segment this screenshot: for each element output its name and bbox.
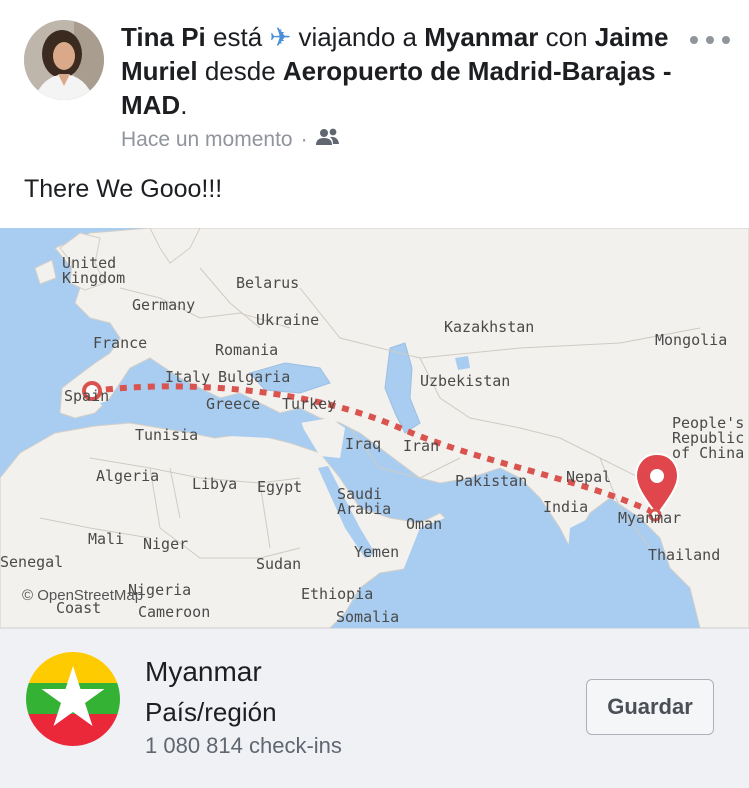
label-spain: Spain xyxy=(64,387,110,405)
label-senegal: Senegal xyxy=(0,553,64,571)
airplane-icon: ✈ xyxy=(269,22,292,52)
author-name-link[interactable]: Tina Pi xyxy=(121,22,206,52)
label-egypt: Egypt xyxy=(257,478,303,496)
label-saudi: Saudi Arabia xyxy=(337,485,392,518)
label-tunisia: Tunisia xyxy=(135,426,199,444)
verb-text: está xyxy=(213,22,263,52)
save-button[interactable]: Guardar xyxy=(586,679,714,735)
label-mali: Mali xyxy=(88,530,125,548)
label-italy: Italy xyxy=(165,368,211,386)
label-cameroon: Cameroon xyxy=(138,603,211,621)
label-somalia: Somalia xyxy=(336,608,400,626)
label-thailand: Thailand xyxy=(648,546,721,564)
end-punctuation: . xyxy=(180,90,188,120)
destination-link[interactable]: Myanmar xyxy=(424,22,538,52)
author-avatar[interactable] xyxy=(24,20,104,100)
place-name[interactable]: Myanmar xyxy=(145,656,262,688)
label-kazakhstan: Kazakhstan xyxy=(444,318,535,336)
myanmar-flag-icon xyxy=(26,652,120,746)
post-title: Tina Pi está ✈ viajando a Myanmar con Ja… xyxy=(121,20,681,122)
map-attribution[interactable]: © OpenStreetMap xyxy=(22,587,143,604)
meta-separator: · xyxy=(300,128,308,151)
label-iraq: Iraq xyxy=(345,435,382,453)
label-ukraine: Ukraine xyxy=(256,311,320,329)
label-greece: Greece xyxy=(206,395,261,413)
route-map[interactable]: United Kingdom Belarus Germany Ukraine K… xyxy=(0,228,749,628)
from-text: desde xyxy=(204,56,276,86)
post-header: Tina Pi está ✈ viajando a Myanmar con Ja… xyxy=(0,0,749,170)
label-bulgaria: Bulgaria xyxy=(218,368,291,386)
label-mongolia: Mongolia xyxy=(655,331,728,349)
label-nepal: Nepal xyxy=(566,468,612,486)
label-india: India xyxy=(543,498,589,516)
label-pakistan: Pakistan xyxy=(455,472,528,490)
more-options-icon[interactable] xyxy=(690,30,730,50)
place-checkins: 1 080 814 check-ins xyxy=(145,733,342,758)
label-uzbekistan: Uzbekistan xyxy=(420,372,511,390)
with-text: con xyxy=(545,22,588,52)
label-yemen: Yemen xyxy=(354,543,400,561)
label-belarus: Belarus xyxy=(236,274,300,292)
post-meta: Hace un momento · xyxy=(121,127,340,153)
label-turkey: Turkey xyxy=(282,395,337,413)
origin-link[interactable]: Aeropuerto de Madrid-Barajas - MAD xyxy=(121,56,672,120)
label-germany: Germany xyxy=(132,296,196,314)
label-france: France xyxy=(93,334,148,352)
label-romania: Romania xyxy=(215,341,279,359)
label-libya: Libya xyxy=(192,475,238,493)
label-uk: United Kingdom xyxy=(62,254,126,287)
place-type: País/región xyxy=(145,697,277,727)
place-card[interactable]: Myanmar País/región 1 080 814 check-ins … xyxy=(0,628,749,788)
label-oman: Oman xyxy=(406,515,443,533)
label-sudan: Sudan xyxy=(256,555,302,573)
activity-text: viajando a xyxy=(298,22,417,52)
label-myanmar: Myanmar xyxy=(618,509,682,527)
post-message: There We Gooo!!! xyxy=(24,175,223,203)
label-algeria: Algeria xyxy=(96,467,160,485)
post-timestamp[interactable]: Hace un momento xyxy=(121,128,293,152)
label-ethiopia: Ethiopia xyxy=(301,585,374,603)
label-iran: Iran xyxy=(403,437,440,455)
label-niger: Niger xyxy=(143,535,189,553)
map-pin-icon[interactable] xyxy=(0,228,749,628)
friends-icon[interactable] xyxy=(315,127,340,153)
label-china: People's Republic of China xyxy=(672,414,745,462)
